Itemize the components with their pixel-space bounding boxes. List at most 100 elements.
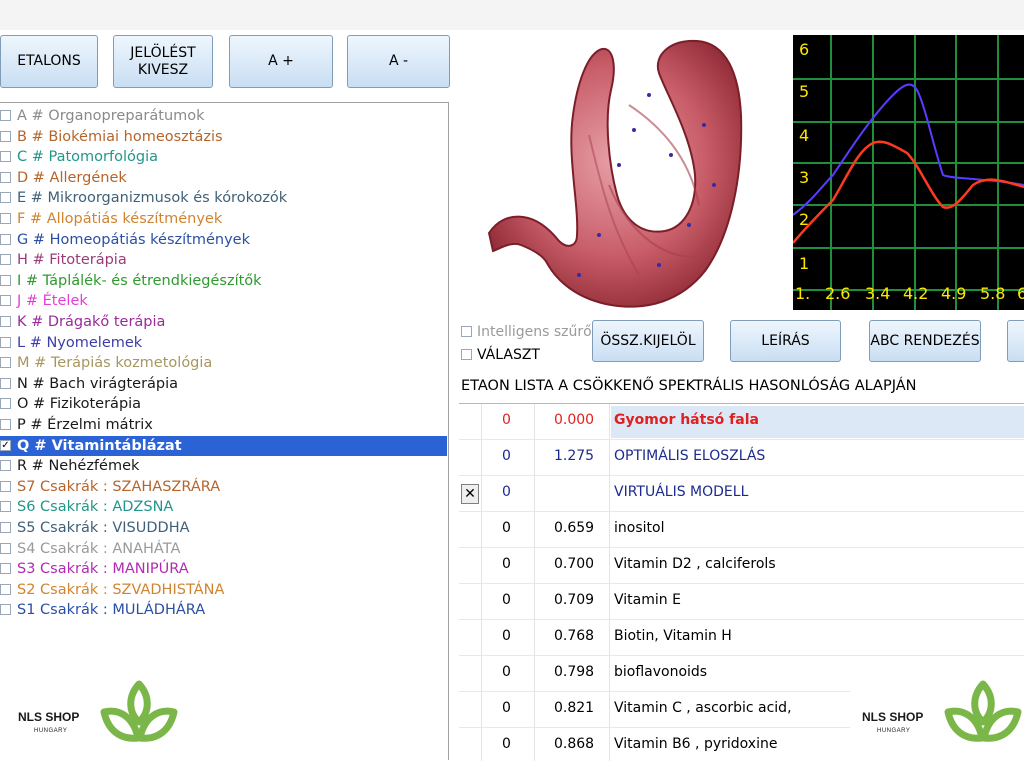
category-checkbox[interactable]: ✓ xyxy=(0,439,11,451)
y-tick-label: 6 xyxy=(799,40,809,59)
category-checkbox[interactable] xyxy=(0,274,11,286)
category-checkbox[interactable] xyxy=(0,254,11,266)
category-checkbox[interactable] xyxy=(0,419,11,430)
row-value: 0.868 xyxy=(554,736,595,752)
category-item[interactable]: I # Táplálék- és étrendkiegészítők xyxy=(0,271,447,291)
a-plus-label: A + xyxy=(268,53,294,69)
category-checkbox[interactable] xyxy=(0,357,11,369)
table-row[interactable]: 0 0.700 Vitamin D2 , calciferols xyxy=(459,548,1024,584)
category-item[interactable]: L # Nyomelemek xyxy=(0,333,447,353)
category-item[interactable]: C # Patomorfológia xyxy=(0,147,447,167)
row-count: 0 xyxy=(502,556,511,572)
category-item[interactable]: S3 Csakrák : MANIPÚRA xyxy=(0,559,447,579)
category-checkbox[interactable] xyxy=(0,295,11,307)
category-item[interactable]: E # Mikroorganizmusok és kórokozók xyxy=(0,188,447,208)
category-item[interactable]: G # Homeopátiás készítmények xyxy=(0,230,447,250)
row-count: 0 xyxy=(502,700,511,716)
valaszt-option[interactable]: VÁLASZT xyxy=(461,347,540,363)
leiras-button[interactable]: LEÍRÁS xyxy=(730,320,841,362)
category-checkbox[interactable] xyxy=(0,583,11,595)
category-label: A # Organopreparátumok xyxy=(17,108,205,124)
category-item[interactable]: J # Ételek xyxy=(0,291,447,311)
category-label: S7 Csakrák : SZAHASZRÁRA xyxy=(17,478,221,495)
category-checkbox[interactable] xyxy=(0,151,11,163)
category-checkbox[interactable] xyxy=(0,316,11,327)
category-item[interactable]: R # Nehézfémek xyxy=(0,456,447,476)
logo-name-right: NLS SHOP xyxy=(862,710,924,724)
jeloles-label-line2: KIVESZ xyxy=(137,61,189,78)
category-checkbox[interactable] xyxy=(0,377,11,389)
abc-rendezes-button[interactable]: ABC RENDEZÉS xyxy=(869,320,981,362)
row-value: 0.768 xyxy=(554,628,595,644)
table-row[interactable]: 0 1.275 OPTIMÁLIS ELOSZLÁS xyxy=(459,440,1024,476)
category-checkbox[interactable] xyxy=(0,604,11,616)
category-item[interactable]: S5 Csakrák : VISUDDHA xyxy=(0,518,447,538)
category-checkbox[interactable] xyxy=(0,398,11,410)
category-item[interactable]: M # Terápiás kozmetológia xyxy=(0,353,447,373)
y-tick-label: 4 xyxy=(799,126,809,145)
jeloles-kivesz-button[interactable]: JELÖLÉST KIVESZ xyxy=(113,35,213,88)
category-item[interactable]: H # Fitoterápia xyxy=(0,250,447,270)
category-item[interactable]: B # Biokémiai homeosztázis xyxy=(0,127,447,147)
nls-logo-left: NLS SHOP HUNGARY xyxy=(10,678,180,750)
a-minus-button[interactable]: A - xyxy=(347,35,450,88)
nls-logo-right: NLS SHOP HUNGARY xyxy=(850,678,1024,750)
category-label: P # Érzelmi mátrix xyxy=(17,417,153,433)
category-checkbox[interactable] xyxy=(0,110,11,121)
category-label: S3 Csakrák : MANIPÚRA xyxy=(17,561,189,578)
category-item[interactable]: D # Allergének xyxy=(0,168,447,188)
row-value: 0.700 xyxy=(554,556,595,572)
category-item[interactable]: O # Fizikoterápia xyxy=(0,394,447,414)
category-checkbox[interactable] xyxy=(0,501,11,513)
table-row[interactable]: ✕ 0 VIRTUÁLIS MODELL xyxy=(459,476,1024,512)
ossz-kijelol-button[interactable]: ÖSSZ.KIJELÖL xyxy=(592,320,704,362)
category-checkbox[interactable] xyxy=(0,563,11,575)
row-value: 0.000 xyxy=(554,412,595,428)
category-item[interactable]: S6 Csakrák : ADZSNA xyxy=(0,497,447,517)
category-label: Q # Vitamintáblázat xyxy=(17,437,182,454)
logo-sub: HUNGARY xyxy=(34,728,68,734)
table-row[interactable]: 0 0.709 Vitamin E xyxy=(459,584,1024,620)
a-plus-button[interactable]: A + xyxy=(229,35,333,88)
table-row[interactable]: 0 0.768 Biotin, Vitamin H xyxy=(459,620,1024,656)
category-checkbox[interactable] xyxy=(0,130,11,142)
category-item[interactable]: S1 Csakrák : MULÁDHÁRA xyxy=(0,600,447,620)
row-name: Biotin, Vitamin H xyxy=(614,628,732,644)
extra-button[interactable] xyxy=(1007,320,1024,362)
etalons-button[interactable]: ETALONS xyxy=(0,35,98,88)
category-item[interactable]: S7 Csakrák : SZAHASZRÁRA xyxy=(0,477,447,497)
category-list: A # Organopreparátumok B # Biokémiai home… xyxy=(0,102,449,760)
category-item[interactable]: N # Bach virágterápia xyxy=(0,374,447,394)
jeloles-label-line1: JELÖLÉST xyxy=(130,44,196,61)
category-checkbox[interactable] xyxy=(0,542,11,554)
category-checkbox[interactable] xyxy=(0,213,11,224)
category-checkbox[interactable] xyxy=(0,171,11,183)
table-row[interactable]: 0 0.659 inositol xyxy=(459,512,1024,548)
row-name: Vitamin E xyxy=(614,592,681,608)
top-strip xyxy=(0,0,1024,30)
category-checkbox[interactable] xyxy=(0,460,11,472)
category-checkbox[interactable] xyxy=(0,480,11,492)
category-checkbox[interactable] xyxy=(0,233,11,245)
row-count: 0 xyxy=(502,484,511,500)
category-checkbox[interactable] xyxy=(0,336,11,348)
category-item[interactable]: ✓ Q # Vitamintáblázat xyxy=(0,435,447,456)
intelligens-checkbox[interactable] xyxy=(461,326,472,337)
category-label: C # Patomorfológia xyxy=(17,149,158,166)
valaszt-checkbox[interactable] xyxy=(461,349,472,360)
row-count: 0 xyxy=(502,628,511,644)
category-label: K # Drágakő terápia xyxy=(17,314,166,330)
category-item[interactable]: F # Allopátiás készítmények xyxy=(0,209,447,229)
category-item[interactable]: K # Drágakő terápia xyxy=(0,312,447,332)
category-checkbox[interactable] xyxy=(0,522,11,533)
table-row[interactable]: 0 0.000 Gyomor hátsó fala xyxy=(459,404,1024,440)
close-icon[interactable]: ✕ xyxy=(461,484,479,504)
x-tick-label: 4.9 xyxy=(941,284,966,303)
category-item[interactable]: A # Organopreparátumok xyxy=(0,106,447,126)
valaszt-label: VÁLASZT xyxy=(477,347,540,363)
category-item[interactable]: S2 Csakrák : SZVADHISTÁNA xyxy=(0,580,447,600)
intelligens-filter[interactable]: Intelligens szűrő xyxy=(461,324,592,340)
category-item[interactable]: S4 Csakrák : ANAHÁTA xyxy=(0,539,447,559)
category-item[interactable]: P # Érzelmi mátrix xyxy=(0,415,447,435)
category-checkbox[interactable] xyxy=(0,192,11,204)
